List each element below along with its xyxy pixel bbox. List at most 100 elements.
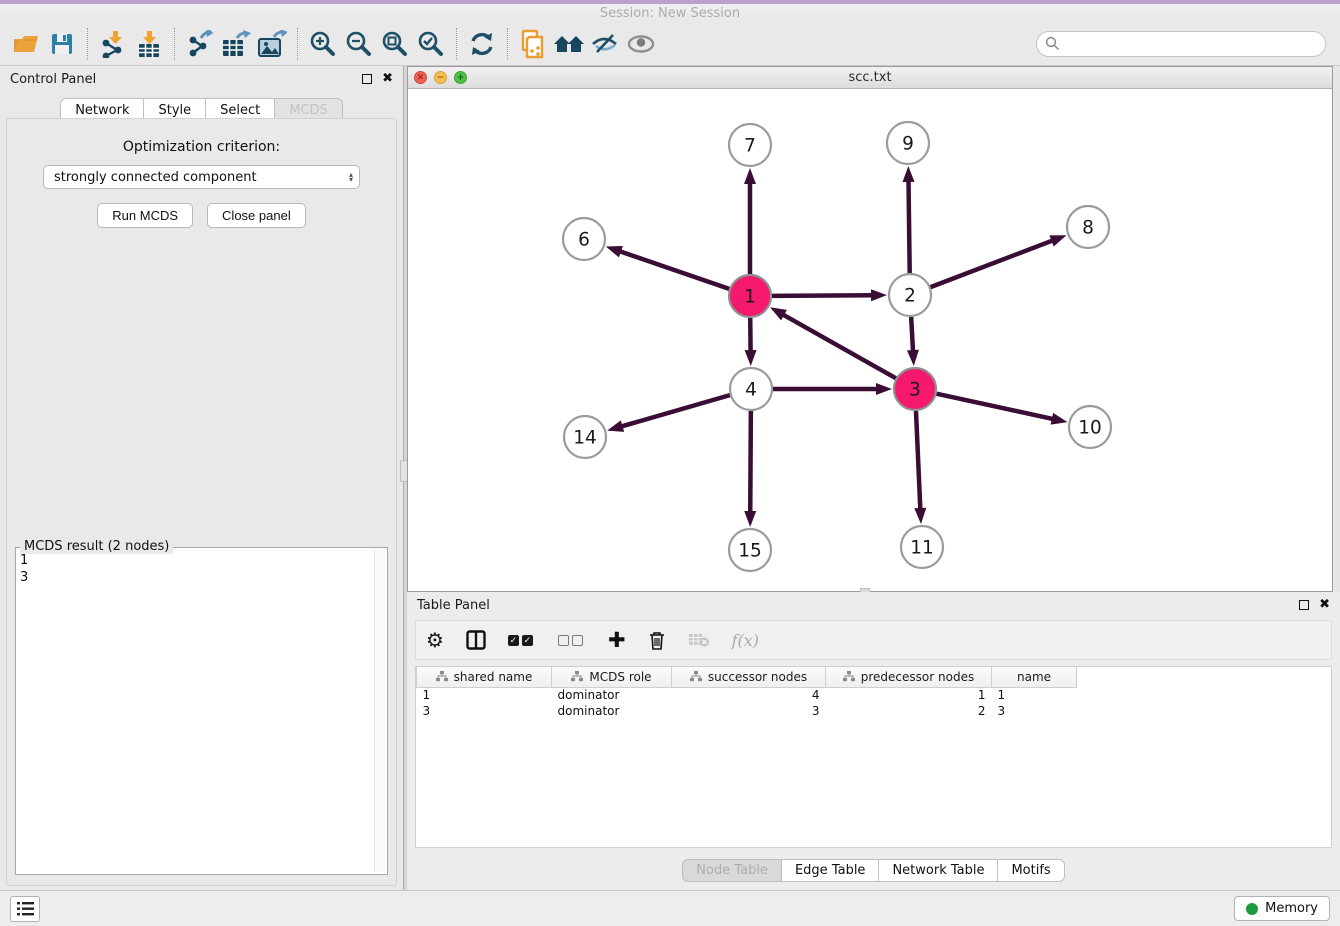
table-options-gear-icon[interactable]: ⚙ [426,627,444,653]
table-cell[interactable]: 1 [417,687,552,703]
hide-unhide-button[interactable] [587,26,623,62]
search-field[interactable] [1036,31,1326,57]
zoom-fit-icon [381,30,409,58]
table-cell[interactable]: 1 [992,687,1077,703]
table-panel-title: Table Panel [417,598,490,613]
float-table-panel-icon[interactable] [1299,600,1309,610]
graph-edge-1-2[interactable] [772,295,873,296]
sort-flatten-icon [571,671,583,682]
graph-edge-3-1[interactable] [782,314,896,378]
graph-node-label: 15 [738,541,762,562]
table-cell[interactable]: 2 [826,703,992,719]
close-table-panel-icon[interactable]: ✖ [1319,600,1330,610]
refresh-icon [468,30,496,58]
zoom-out-icon [345,30,373,58]
open-session-button[interactable] [8,26,44,62]
refresh-button[interactable] [464,26,500,62]
column-header-successor-nodes[interactable]: successor nodes [672,667,826,687]
zoom-in-button[interactable] [305,26,341,62]
graph-node-label: 11 [910,538,934,559]
tab-edge-table[interactable]: Edge Table [782,859,879,882]
save-session-button[interactable] [44,26,80,62]
table-cell[interactable]: 1 [826,687,992,703]
edge-arrowhead [1049,235,1066,246]
table-cell[interactable]: 4 [672,687,826,703]
tab-network-table[interactable]: Network Table [879,859,998,882]
close-panel-icon[interactable]: ✖ [382,74,393,84]
run-mcds-button[interactable]: Run MCDS [97,203,193,228]
network-canvas[interactable]: 1234678910111415 [408,89,1332,591]
column-visibility-icon[interactable] [466,627,486,653]
sort-flatten-icon [436,671,448,682]
tab-node-table[interactable]: Node Table [682,859,782,882]
graph-node-label: 8 [1082,218,1094,239]
float-panel-icon[interactable] [362,74,372,84]
zoom-fit-button[interactable] [377,26,413,62]
table-row[interactable]: 1dominator411 [417,687,1086,703]
graph-node-label: 14 [573,428,597,449]
edge-arrowhead [907,350,919,366]
close-panel-button[interactable]: Close panel [207,203,306,228]
table-cell[interactable]: 3 [672,703,826,719]
table-cell[interactable]: dominator [552,703,672,719]
column-header-MCDS-role[interactable]: MCDS role [552,667,672,687]
tab-motifs[interactable]: Motifs [998,859,1064,882]
main-toolbar [0,22,1340,66]
show-task-history-button[interactable] [10,896,40,922]
memory-status-icon [1246,903,1258,915]
zoom-selected-button[interactable] [413,26,449,62]
table-cell[interactable]: dominator [552,687,672,703]
memory-button[interactable]: Memory [1234,896,1330,921]
preview-eye-button[interactable] [623,26,659,62]
graph-edge-1-6[interactable] [619,251,729,289]
hide-eye-icon [590,32,620,56]
column-header-shared-name[interactable]: shared name [417,667,552,687]
sort-flatten-icon [843,671,855,682]
toolbar-separator [456,28,457,60]
column-header-name[interactable]: name [992,667,1077,687]
toolbar-separator [507,28,508,60]
copy-view-button[interactable] [515,26,551,62]
edge-arrowhead [744,511,756,527]
add-column-icon[interactable]: ✚ [608,627,626,653]
export-network-button[interactable] [182,26,218,62]
graph-edge-2-9[interactable] [908,180,909,273]
graph-edge-2-3[interactable] [911,317,913,352]
graph-edge-2-8[interactable] [931,240,1054,287]
select-all-icon[interactable]: ✓✓ [508,627,536,653]
home-network-button[interactable] [551,26,587,62]
save-floppy-icon [50,32,74,56]
table-row[interactable]: 3dominator323 [417,703,1086,719]
table-cell[interactable]: 3 [992,703,1077,719]
export-table-icon [221,30,251,58]
column-header-predecessor-nodes[interactable]: predecessor nodes [826,667,992,687]
graph-edge-3-11[interactable] [916,411,920,510]
graph-edge-4-15[interactable] [750,411,751,513]
criterion-select[interactable]: strongly connected component ▴▾ [43,165,360,189]
zoom-out-button[interactable] [341,26,377,62]
mcds-panel: Optimization criterion: strongly connect… [6,118,397,886]
edge-arrowhead [607,420,624,432]
import-table-button[interactable] [131,26,167,62]
table-tabs: Node TableEdge TableNetwork TableMotifs [407,859,1340,882]
control-panel: Control Panel ✖ NetworkStyleSelectMCDS O… [0,66,403,890]
search-input[interactable] [1066,36,1317,51]
import-network-button[interactable] [95,26,131,62]
function-builder-icon: f(x) [732,627,759,653]
table-cell[interactable]: 3 [417,703,552,719]
delete-column-icon[interactable] [648,627,666,653]
graph-edge-3-10[interactable] [936,394,1053,419]
graph-edge-4-14[interactable] [621,395,730,427]
graph-node-label: 1 [744,287,756,308]
export-table-button[interactable] [218,26,254,62]
sort-flatten-icon [690,671,702,682]
graph-node-label: 10 [1078,418,1102,439]
edge-arrowhead [914,508,926,524]
result-scrollbar[interactable] [374,550,385,872]
deselect-all-icon[interactable] [558,627,586,653]
export-image-button[interactable] [254,26,290,62]
edge-arrowhead [744,168,756,184]
graph-node-label: 2 [904,286,916,307]
edge-arrowhead [903,166,915,182]
graph-node-label: 6 [578,230,590,251]
